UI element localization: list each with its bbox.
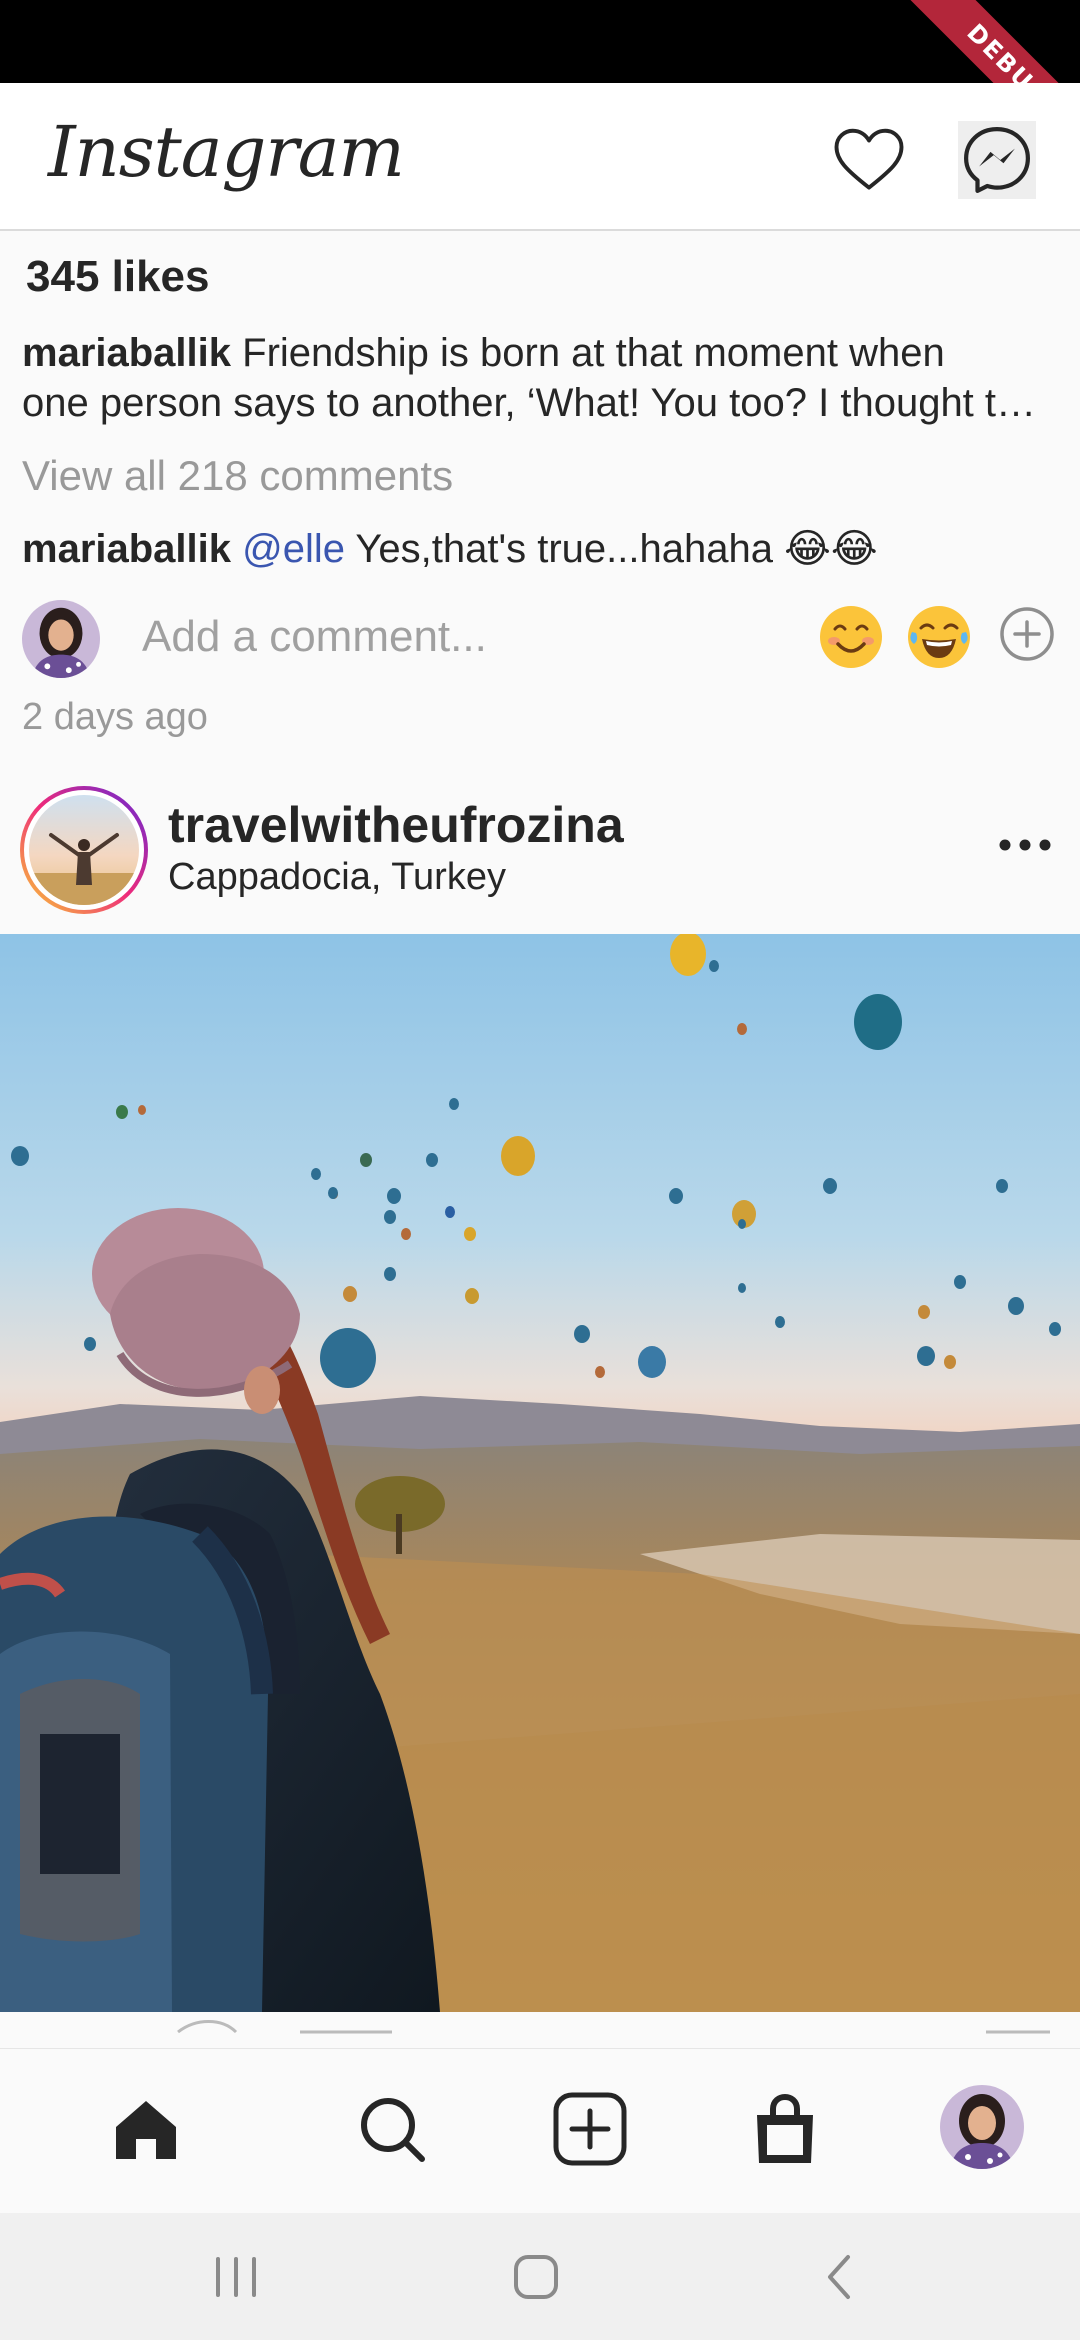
post-photo[interactable] bbox=[0, 934, 1080, 2012]
comment-row: mariaballik @elle Yes,that's true...haha… bbox=[22, 526, 878, 572]
likes-count[interactable]: 345 likes bbox=[26, 252, 210, 302]
shop-bag-icon[interactable] bbox=[745, 2089, 825, 2169]
caption-text-line2[interactable]: one person says to another, ‘What! You t… bbox=[22, 378, 1052, 428]
status-bar: DEBUG bbox=[0, 0, 1080, 83]
app-bar: Instagram bbox=[0, 83, 1080, 231]
profile-avatar[interactable] bbox=[940, 2085, 1024, 2169]
add-comment-input[interactable]: Add a comment... bbox=[142, 612, 487, 662]
activity-heart-icon[interactable] bbox=[830, 121, 908, 199]
search-icon[interactable] bbox=[352, 2089, 432, 2169]
caption-username[interactable]: mariaballik bbox=[22, 331, 231, 375]
post-location[interactable]: Cappadocia, Turkey bbox=[168, 856, 506, 899]
comment-username[interactable]: mariaballik bbox=[22, 527, 231, 571]
smiling-emoji-button[interactable] bbox=[818, 604, 884, 670]
post-timestamp: 2 days ago bbox=[22, 696, 208, 738]
post-author-username[interactable]: travelwitheufrozina bbox=[168, 796, 624, 854]
home-icon[interactable] bbox=[106, 2089, 186, 2169]
add-post-icon[interactable] bbox=[550, 2089, 630, 2169]
back-icon[interactable] bbox=[812, 2249, 868, 2305]
post-author-avatar[interactable] bbox=[20, 786, 148, 914]
add-emoji-plus-icon[interactable] bbox=[997, 604, 1057, 664]
recents-icon[interactable] bbox=[208, 2249, 264, 2305]
add-comment-row: Add a comment... bbox=[0, 590, 1080, 690]
view-all-comments-link[interactable]: View all 218 comments bbox=[22, 452, 453, 500]
post-actions-peek bbox=[0, 2012, 1080, 2048]
home-circle-icon[interactable] bbox=[508, 2249, 564, 2305]
system-navigation-bar bbox=[0, 2213, 1080, 2340]
bottom-navigation bbox=[0, 2048, 1080, 2213]
comment-text: Yes,that's true...hahaha 😂😂 bbox=[355, 527, 878, 571]
post-header: travelwitheufrozina Cappadocia, Turkey bbox=[0, 780, 1080, 930]
more-options-icon[interactable] bbox=[995, 830, 1055, 860]
tears-of-joy-emoji-button[interactable] bbox=[906, 604, 972, 670]
instagram-logo[interactable]: Instagram bbox=[48, 111, 405, 193]
my-avatar bbox=[22, 600, 100, 678]
messenger-icon[interactable] bbox=[958, 121, 1036, 199]
debug-banner: DEBUG bbox=[885, 0, 1080, 83]
caption-text-line1: Friendship is born at that moment when bbox=[242, 331, 945, 375]
comment-mention[interactable]: @elle bbox=[242, 527, 345, 571]
post-caption: mariaballik Friendship is born at that m… bbox=[22, 328, 1052, 428]
